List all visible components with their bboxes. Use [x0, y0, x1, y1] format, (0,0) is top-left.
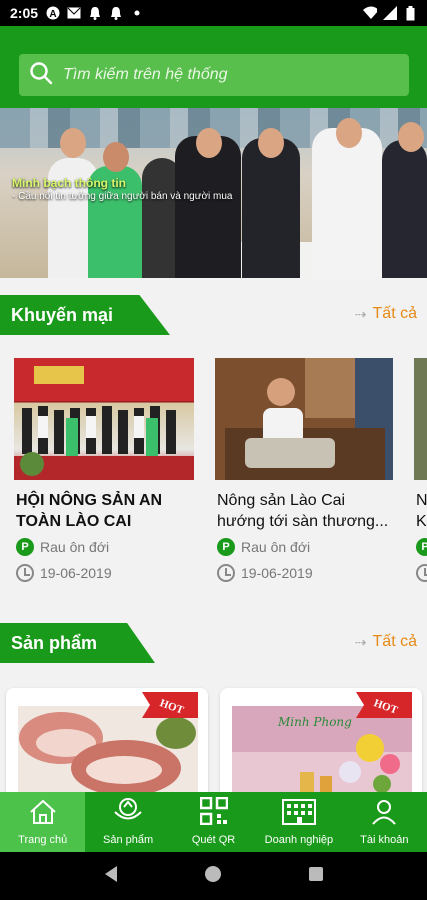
nav-account[interactable]: Tài khoản: [342, 792, 427, 852]
group-photo-graphic: [14, 358, 194, 480]
a-notification-icon: A: [46, 6, 60, 20]
home-circle-icon[interactable]: [204, 865, 222, 888]
seller-badge-icon: P: [217, 538, 235, 556]
basket-icon: [113, 797, 143, 828]
banner-subcaption: - Cầu nối tin tưởng giữa người bán và ng…: [12, 191, 233, 202]
status-time: 2:05: [10, 5, 39, 21]
promotion-card[interactable]: HỘI NÔNG SẢN AN TOÀN LÀO CAI P Rau ôn đớ…: [14, 358, 194, 588]
app-header: Tìm kiếm trên hệ thống: [0, 26, 427, 108]
promotion-seller: P Rau ôn đới: [16, 538, 109, 556]
building-icon: [281, 799, 316, 828]
svg-text:Minh Phong: Minh Phong: [277, 715, 352, 729]
nav-scan-qr-label: Quét QR: [191, 834, 236, 846]
svg-text:A: A: [49, 9, 56, 20]
bell-icon: [109, 6, 123, 20]
nav-account-label: Tài khoản: [360, 834, 409, 846]
banner-head: [60, 128, 86, 158]
wifi-icon: [363, 6, 377, 20]
promotion-seller: P: [416, 538, 427, 556]
hero-banner[interactable]: Minh bạch thông tin - Cầu nối tin tưởng …: [0, 108, 427, 278]
hot-ribbon: HOT: [356, 692, 412, 718]
battery-icon: [403, 5, 417, 20]
search-placeholder[interactable]: Tìm kiếm trên hệ thống: [63, 66, 228, 84]
promotion-date: [416, 564, 427, 582]
nav-home-label: Trang chủ: [18, 834, 68, 846]
clock-icon: [217, 564, 235, 582]
nav-business-label: Doanh nghiệp: [264, 834, 334, 846]
banner-person: [312, 128, 382, 278]
home-icon: [28, 799, 58, 828]
search-icon: [29, 61, 53, 90]
promotions-section-header: Khuyến mại ⇢ Tất cả: [0, 295, 427, 335]
promotion-date: 19-06-2019: [16, 564, 112, 582]
banner-person: [382, 140, 427, 278]
seller-badge-icon: P: [416, 538, 427, 556]
seller-badge-icon: P: [16, 538, 34, 556]
products-see-all-link[interactable]: ⇢ Tất cả: [355, 633, 417, 651]
nav-scan-qr[interactable]: Quét QR: [171, 792, 256, 852]
user-icon: [371, 799, 397, 828]
banner-head: [103, 142, 129, 172]
arrow-right-icon: ⇢: [354, 633, 367, 650]
clock-icon: [416, 564, 427, 582]
banner-head: [336, 118, 362, 148]
banner-person: [242, 138, 300, 278]
bottom-navigation: Trang chủ Sản phẩm Quét QR Doanh nghiệp …: [0, 792, 427, 852]
arrow-right-icon: ⇢: [354, 305, 367, 322]
banner-caption: Minh bạch thông tin: [12, 176, 126, 190]
qr-code-icon: [199, 796, 228, 828]
clock-icon: [16, 564, 34, 582]
promotion-title: N K: [416, 492, 427, 530]
dot-icon: [130, 6, 144, 20]
promotion-title: HỘI NÔNG SẢN AN TOÀN LÀO CAI: [16, 492, 163, 530]
product-card[interactable]: HOT: [6, 688, 208, 808]
banner-head: [398, 122, 424, 152]
nav-products[interactable]: Sản phẩm: [85, 792, 170, 852]
banner-head: [196, 128, 222, 158]
promotion-card[interactable]: Nông sản Lào Cai hướng tới sàn thương...…: [215, 358, 395, 588]
promotion-image: [414, 358, 427, 480]
promotion-image: [215, 358, 393, 480]
signal-icon: [383, 6, 397, 20]
promotion-seller: P Rau ôn đới: [217, 538, 310, 556]
hot-ribbon: HOT: [142, 692, 198, 718]
bell-icon: [88, 6, 102, 20]
products-section-header: Sản phẩm ⇢ Tất cả: [0, 623, 427, 663]
promotions-title: Khuyến mại: [0, 295, 170, 335]
products-title: Sản phẩm: [0, 623, 155, 663]
recents-icon[interactable]: [308, 866, 324, 887]
nav-business[interactable]: Doanh nghiệp: [256, 792, 341, 852]
nav-products-label: Sản phẩm: [103, 834, 154, 846]
status-bar: 2:05 A: [0, 0, 427, 26]
promotions-see-all-link[interactable]: ⇢ Tất cả: [355, 305, 417, 323]
promotion-card-partial[interactable]: N K P: [414, 358, 427, 588]
promotion-date: 19-06-2019: [217, 564, 313, 582]
system-navigation-bar: [0, 852, 427, 900]
search-bar[interactable]: Tìm kiếm trên hệ thống: [19, 54, 409, 96]
mail-icon: [67, 6, 81, 20]
nav-home[interactable]: Trang chủ: [0, 792, 86, 852]
man-seated-graphic: [215, 358, 393, 480]
see-all-label: Tất cả: [372, 305, 417, 322]
see-all-label: Tất cả: [372, 633, 417, 650]
promotion-image: [14, 358, 194, 480]
banner-head: [258, 128, 284, 158]
back-icon[interactable]: [103, 865, 119, 888]
product-card[interactable]: Minh Phong HOT: [220, 688, 422, 808]
promotion-title: Nông sản Lào Cai hướng tới sàn thương...: [217, 492, 389, 530]
